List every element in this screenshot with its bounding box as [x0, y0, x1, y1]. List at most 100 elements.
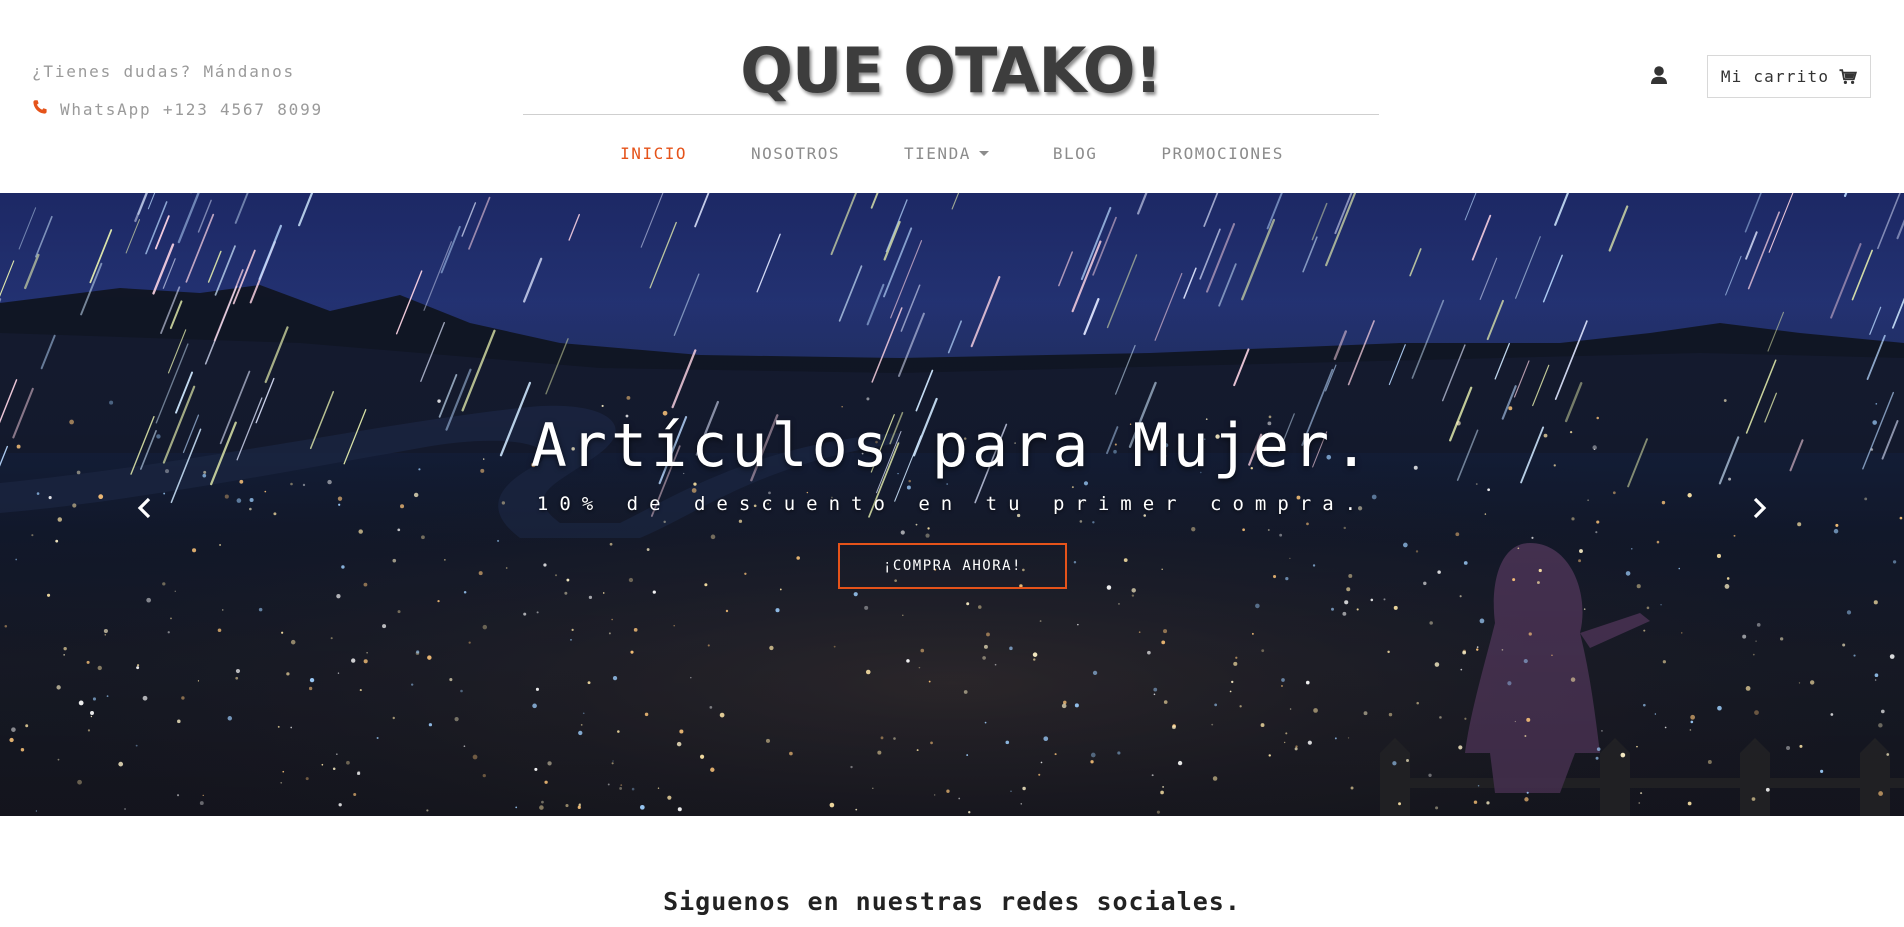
logo-block: QUE OTAKO! [523, 30, 1379, 115]
city-light [358, 529, 363, 534]
city-light [426, 809, 429, 812]
shop-now-button[interactable]: ¡COMPRA AHORA! [838, 543, 1067, 589]
city-light [1117, 751, 1121, 755]
nav-item-nosotros[interactable]: NOSOTROS [751, 144, 840, 163]
city-light [829, 802, 835, 808]
city-light [900, 530, 905, 535]
city-light [1342, 611, 1347, 616]
city-light [1536, 581, 1540, 585]
city-light [1211, 723, 1214, 726]
city-light [1090, 760, 1094, 764]
city-light [1690, 720, 1694, 724]
city-light [1463, 561, 1468, 565]
city-light [1476, 648, 1479, 651]
city-light [1835, 523, 1839, 527]
city-light [633, 627, 638, 632]
city-light [1512, 578, 1516, 582]
city-light [1578, 559, 1581, 563]
city-light [1393, 605, 1398, 610]
city-light [1239, 705, 1242, 708]
city-light [850, 765, 853, 769]
city-light [877, 750, 882, 755]
city-light [646, 548, 650, 551]
city-light [217, 628, 222, 633]
city-light [1437, 570, 1441, 574]
city-light [1455, 532, 1460, 537]
city-light [135, 744, 138, 747]
carousel-prev-button[interactable] [130, 493, 160, 523]
city-light [1214, 703, 1218, 707]
city-light [779, 588, 782, 591]
city-light [1398, 802, 1402, 806]
city-light [916, 749, 919, 752]
city-light [1846, 610, 1852, 615]
site-logo[interactable]: QUE OTAKO! [523, 30, 1379, 112]
city-light [57, 758, 60, 761]
city-light [1163, 629, 1168, 634]
city-light [1295, 745, 1298, 748]
city-light [699, 754, 705, 759]
city-light [611, 618, 613, 621]
cart-button[interactable]: Mi carrito [1707, 55, 1871, 98]
nav-item-promociones[interactable]: PROMOCIONES [1161, 144, 1283, 163]
hero-carousel: Artículos para Mujer. 10% de descuento e… [0, 193, 1904, 816]
city-light [290, 639, 296, 645]
city-light [1524, 735, 1527, 737]
city-light [1462, 650, 1467, 655]
city-light [1464, 717, 1467, 720]
city-light [1779, 637, 1784, 641]
carousel-next-button[interactable] [1744, 493, 1774, 523]
city-light [1038, 773, 1041, 776]
city-light [1892, 560, 1897, 564]
city-light [392, 558, 397, 563]
city-light [1406, 759, 1409, 763]
city-light [357, 770, 361, 774]
city-light [1571, 517, 1575, 521]
city-light [1874, 673, 1879, 678]
city-light [515, 806, 518, 809]
city-light [1392, 761, 1397, 766]
city-light [994, 663, 997, 666]
city-light [984, 721, 987, 724]
city-light [564, 591, 568, 595]
city-light [1039, 620, 1042, 622]
city-light [1579, 549, 1583, 554]
city-light [1636, 745, 1638, 748]
nav-item-tienda[interactable]: TIENDA [904, 144, 989, 163]
city-light [1363, 711, 1368, 716]
city-light [628, 577, 634, 583]
city-light [338, 803, 342, 807]
city-light [1687, 801, 1692, 806]
city-light [1279, 533, 1283, 537]
city-light [978, 605, 982, 609]
city-light [630, 650, 634, 654]
city-light [181, 696, 185, 700]
city-light [1356, 608, 1359, 611]
city-light [1487, 488, 1491, 492]
city-light [983, 644, 988, 649]
city-light [1899, 516, 1903, 520]
city-light [1346, 587, 1351, 592]
city-light [1092, 521, 1095, 524]
city-light [631, 787, 635, 791]
city-light [1656, 540, 1660, 544]
city-light [930, 741, 933, 745]
city-light [336, 594, 341, 599]
nav-item-inicio[interactable]: INICIO [620, 144, 687, 163]
city-light [765, 738, 771, 743]
city-light [1742, 634, 1747, 639]
contact-whatsapp-line[interactable]: WhatsApp +123 4567 8099 [32, 90, 323, 128]
city-light [1285, 732, 1288, 735]
city-light [657, 787, 660, 789]
user-account-button[interactable] [1648, 64, 1670, 88]
nav-item-tienda-label: TIENDA [904, 144, 971, 163]
city-light [1229, 690, 1232, 693]
city-light [1118, 603, 1120, 605]
city-light [534, 767, 538, 771]
nav-item-blog[interactable]: BLOG [1053, 144, 1098, 163]
city-light [693, 482, 697, 486]
city-light [25, 724, 29, 728]
social-heading: Siguenos en nuestras redes sociales. [663, 886, 1241, 916]
city-light [865, 669, 871, 675]
city-light [710, 534, 716, 540]
